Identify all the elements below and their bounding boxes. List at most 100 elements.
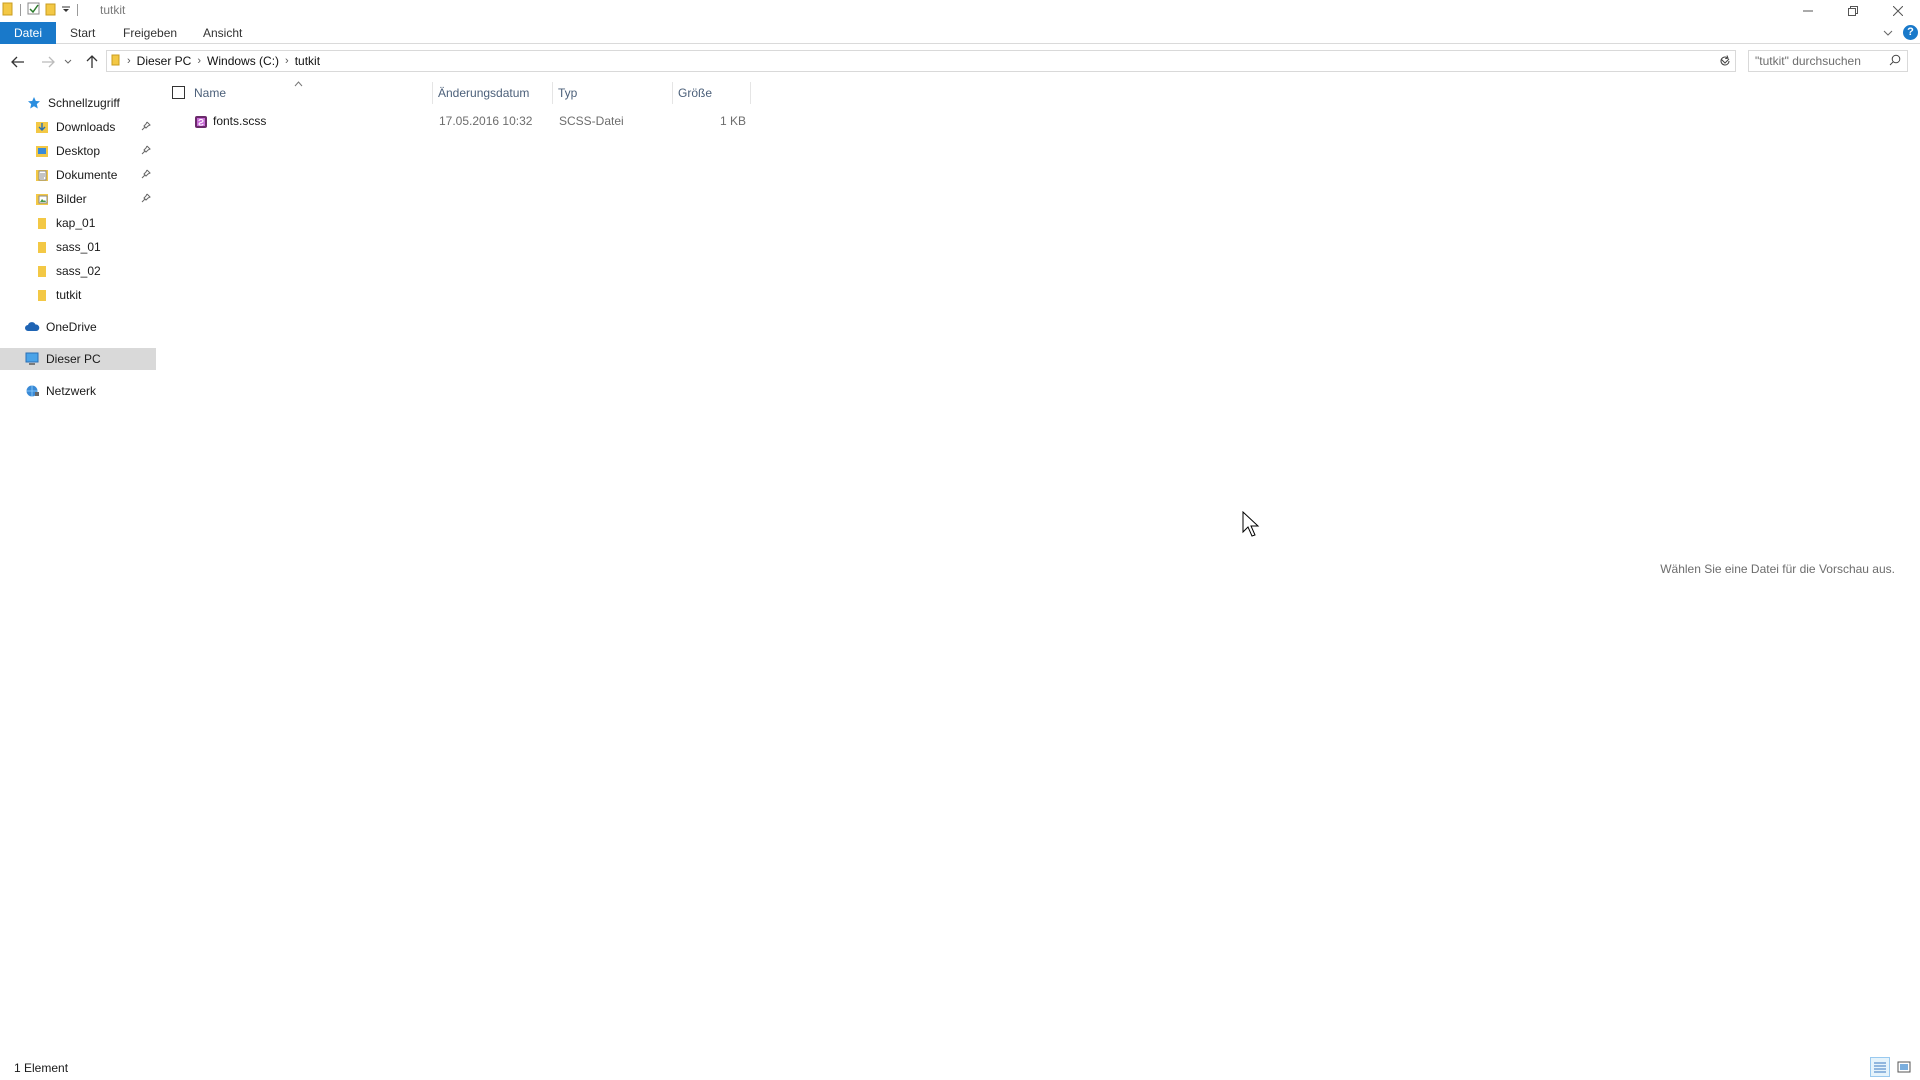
sidebar-item-desktop[interactable]: Desktop <box>0 140 156 162</box>
sidebar-item-label: OneDrive <box>46 320 97 334</box>
cloud-icon <box>24 319 40 335</box>
arrow-right-icon <box>42 56 55 68</box>
arrow-up-icon <box>86 55 98 68</box>
column-header-name[interactable]: Name <box>194 82 382 104</box>
sidebar-item-onedrive[interactable]: OneDrive <box>0 316 156 338</box>
tab-freigeben[interactable]: Freigeben <box>113 22 187 44</box>
sidebar-item-tutkit[interactable]: tutkit <box>0 284 156 306</box>
sidebar-item-label: Dokumente <box>56 168 118 182</box>
mouse-cursor-icon <box>1242 510 1262 542</box>
select-all-checkbox[interactable] <box>172 86 185 99</box>
tab-datei[interactable]: Datei <box>0 22 56 44</box>
pin-icon[interactable] <box>141 192 151 206</box>
expand-ribbon-icon[interactable] <box>1883 26 1893 40</box>
toolbar-divider <box>77 4 78 16</box>
breadcrumb-separator-icon[interactable]: › <box>197 55 201 67</box>
sidebar-item-sass-01[interactable]: sass_01 <box>0 236 156 258</box>
sidebar-item-label: sass_01 <box>56 240 101 254</box>
folder-icon <box>111 54 121 69</box>
restore-icon <box>1847 6 1858 16</box>
breadcrumb-separator-icon[interactable]: › <box>285 55 289 67</box>
address-bar[interactable]: › Dieser PC › Windows (C:) › tutkit <box>106 50 1736 72</box>
sidebar-item-label: kap_01 <box>56 216 96 230</box>
file-name[interactable]: fonts.scss <box>213 110 266 132</box>
properties-icon[interactable] <box>27 2 41 19</box>
column-divider[interactable] <box>432 82 433 104</box>
details-view-button[interactable] <box>1870 1057 1890 1077</box>
refresh-button[interactable] <box>1714 50 1736 72</box>
up-button[interactable] <box>81 51 103 73</box>
file-date: 17.05.2016 10:32 <box>439 114 533 128</box>
toolbar-divider <box>20 4 21 16</box>
new-folder-icon[interactable] <box>45 2 57 19</box>
column-header-date[interactable]: Änderungsdatum <box>438 82 550 104</box>
downloads-folder-icon <box>34 119 50 135</box>
preview-pane-message: Wählen Sie eine Datei für die Vorschau a… <box>1660 562 1895 576</box>
refresh-icon <box>1720 55 1730 66</box>
breadcrumb-separator-icon[interactable]: › <box>127 55 131 67</box>
restore-button[interactable] <box>1830 0 1875 22</box>
sidebar-item-label: Downloads <box>56 120 116 134</box>
pictures-folder-icon <box>34 191 50 207</box>
sidebar-item-bilder[interactable]: Bilder <box>0 188 156 210</box>
minimize-button[interactable] <box>1785 0 1830 22</box>
folder-icon <box>34 215 50 231</box>
quick-access-toolbar <box>2 2 80 18</box>
sidebar-item-label: Desktop <box>56 144 101 158</box>
title-bar: tutkit <box>0 0 1920 20</box>
column-divider[interactable] <box>552 82 553 104</box>
sidebar-item-label: Bilder <box>56 192 87 206</box>
network-icon <box>24 383 40 399</box>
sidebar-item-netzwerk[interactable]: Netzwerk <box>0 380 156 402</box>
large-icons-view-button[interactable] <box>1894 1057 1914 1077</box>
minimize-icon <box>1802 10 1813 12</box>
sidebar-item-sass-02[interactable]: sass_02 <box>0 260 156 282</box>
pin-icon[interactable] <box>141 168 151 182</box>
search-input[interactable] <box>1755 54 1885 68</box>
sidebar-item-kap-01[interactable]: kap_01 <box>0 212 156 234</box>
sidebar-item-dokumente[interactable]: Dokumente <box>0 164 156 186</box>
close-icon <box>1892 6 1903 16</box>
sidebar-item-label: tutkit <box>56 288 82 302</box>
column-header-type[interactable]: Typ <box>558 82 668 104</box>
breadcrumb-tutkit[interactable]: tutkit <box>295 54 320 68</box>
folder-icon <box>34 287 50 303</box>
close-button[interactable] <box>1875 0 1920 22</box>
column-divider[interactable] <box>750 82 751 104</box>
sidebar-item-dieser-pc[interactable]: Dieser PC <box>0 348 156 370</box>
table-row[interactable]: fonts.scss 17.05.2016 10:32 SCSS-Datei 1… <box>162 110 762 132</box>
file-size: 1 KB <box>719 114 746 128</box>
breadcrumb-dieser-pc[interactable]: Dieser PC <box>137 54 192 68</box>
status-bar: 1 Element <box>0 1056 1920 1080</box>
desktop-folder-icon <box>34 143 50 159</box>
tab-ansicht[interactable]: Ansicht <box>193 22 252 44</box>
sidebar-item-label: sass_02 <box>56 264 101 278</box>
sidebar-item-label: Schnellzugriff <box>48 96 120 110</box>
column-header-size[interactable]: Größe <box>678 82 748 104</box>
folder-icon <box>34 239 50 255</box>
folder-icon <box>2 2 14 19</box>
pin-icon[interactable] <box>141 120 151 134</box>
window-title: tutkit <box>100 3 126 17</box>
back-button[interactable] <box>7 51 29 73</box>
customize-toolbar-icon[interactable] <box>61 3 71 17</box>
tab-start[interactable]: Start <box>60 22 105 44</box>
navigation-bar: › Dieser PC › Windows (C:) › tutkit <box>0 49 1920 75</box>
help-icon[interactable]: ? <box>1903 25 1918 40</box>
breadcrumb-windows-c[interactable]: Windows (C:) <box>207 54 279 68</box>
sidebar-item-schnellzugriff[interactable]: Schnellzugriff <box>0 92 156 114</box>
folder-icon <box>34 263 50 279</box>
scss-file-icon <box>194 114 208 136</box>
column-divider[interactable] <box>672 82 673 104</box>
file-type: SCSS-Datei <box>559 114 624 128</box>
arrow-left-icon <box>11 56 24 68</box>
forward-button[interactable] <box>37 51 59 73</box>
item-count: 1 Element <box>14 1061 69 1075</box>
sidebar-item-downloads[interactable]: Downloads <box>0 116 156 138</box>
search-icon[interactable] <box>1889 54 1901 69</box>
recent-locations-button[interactable] <box>61 51 75 73</box>
details-view-icon <box>1874 1062 1886 1073</box>
pin-icon[interactable] <box>141 144 151 158</box>
search-box[interactable] <box>1748 50 1908 72</box>
sidebar-item-label: Dieser PC <box>46 352 101 366</box>
